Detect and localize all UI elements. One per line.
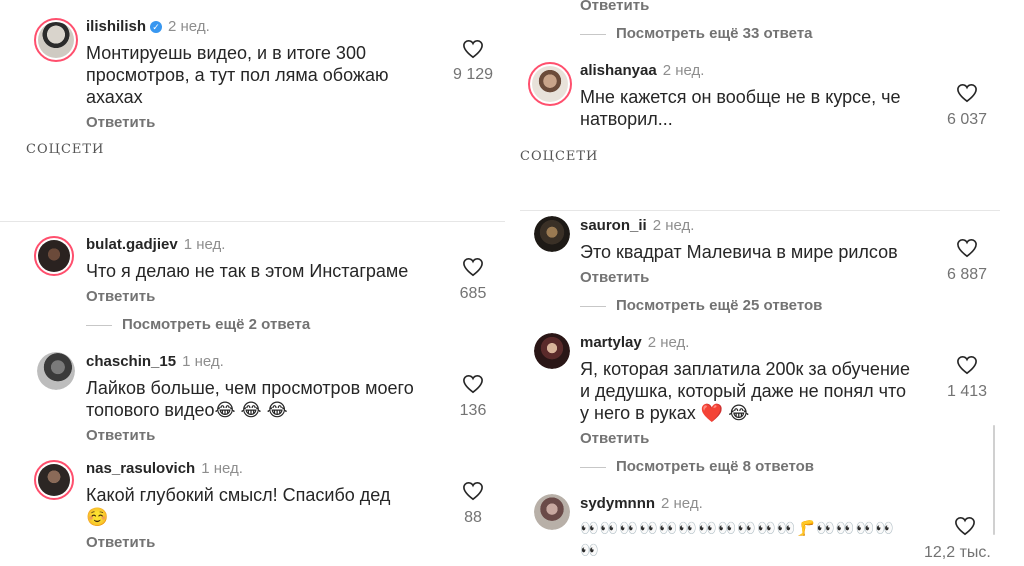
verified-badge-icon: ✓ bbox=[150, 21, 163, 33]
divider bbox=[520, 210, 1000, 211]
like-heart-icon[interactable] bbox=[462, 481, 484, 501]
comment-time: 2 нед. bbox=[647, 334, 690, 351]
comment-time: 2 нед. bbox=[662, 62, 705, 79]
like-heart-icon[interactable] bbox=[956, 238, 978, 258]
avatar[interactable] bbox=[34, 18, 78, 62]
comment-username[interactable]: chaschin_15 1 нед. bbox=[86, 353, 224, 370]
view-more-replies-button[interactable]: Посмотреть ещё 33 ответа bbox=[580, 25, 813, 42]
comment-text-line: Что я делаю не так в этом Инстаграме bbox=[86, 261, 409, 281]
reply-button[interactable]: Ответить bbox=[86, 534, 155, 551]
reply-button[interactable]: Ответить bbox=[580, 0, 649, 14]
comment-time: 1 нед. bbox=[182, 353, 224, 370]
comment-text-line: и дедушка, который даже не понял что bbox=[580, 381, 907, 401]
comment-text: Какой глубокий смысл! Спасибо дед ☺️ bbox=[86, 484, 390, 528]
comment-username[interactable]: bulat.gadjiev 1 нед. bbox=[86, 236, 225, 253]
comment-username[interactable]: ilishilish ✓ 2 нед. bbox=[86, 18, 210, 35]
divider bbox=[580, 466, 606, 468]
comment-text-line: топового видео😂 😂 😂 bbox=[86, 400, 288, 420]
divider bbox=[86, 324, 112, 326]
divider bbox=[580, 305, 606, 307]
avatar[interactable] bbox=[534, 333, 570, 369]
avatar[interactable] bbox=[534, 494, 570, 530]
comment-text-line: Это квадрат Малевича в мире рилсов bbox=[580, 242, 898, 262]
comment-text-line: Лайков больше, чем просмотров моего bbox=[86, 378, 414, 398]
comment-text: Это квадрат Малевича в мире рилсов bbox=[580, 241, 898, 263]
like-count: 136 bbox=[459, 402, 487, 419]
like-heart-icon[interactable] bbox=[462, 374, 484, 394]
comment-text-line: у него в руках ❤️ 😂 bbox=[580, 403, 750, 423]
comment-text-line: 👀 bbox=[580, 542, 600, 559]
comment-text-line: Мне кажется он вообще не в курсе, че bbox=[580, 87, 901, 107]
like-count: 6 037 bbox=[946, 111, 988, 128]
like-heart-icon[interactable] bbox=[462, 39, 484, 59]
comment-text: 👀👀👀👀👀👀👀👀👀👀👀🦵👀👀👀👀 👀 bbox=[580, 518, 895, 562]
avatar[interactable] bbox=[534, 216, 570, 252]
comment-text: Что я делаю не так в этом Инстаграме bbox=[86, 260, 408, 282]
avatar[interactable] bbox=[34, 236, 74, 276]
comment-text: Я, которая заплатила 200к за обучение и … bbox=[580, 358, 910, 424]
avatar[interactable] bbox=[528, 62, 572, 106]
source-label: СОЦСЕТИ bbox=[26, 142, 105, 157]
divider bbox=[0, 221, 505, 222]
comment-text-line: Я, которая заплатила 200к за обучение bbox=[580, 359, 910, 379]
like-heart-icon[interactable] bbox=[954, 516, 976, 536]
comment-text-line: Монтируешь видео, и в итоге 300 bbox=[86, 43, 366, 63]
divider bbox=[580, 33, 606, 35]
comment-time: 2 нед. bbox=[652, 217, 695, 234]
like-count: 685 bbox=[459, 285, 487, 302]
reply-button[interactable]: Ответить bbox=[580, 269, 649, 286]
like-count: 6 887 bbox=[946, 266, 988, 283]
reply-button[interactable]: Ответить bbox=[86, 114, 155, 131]
source-label: СОЦСЕТИ bbox=[520, 149, 599, 164]
reply-button[interactable]: Ответить bbox=[86, 288, 155, 305]
comment-username[interactable]: sydymnnn 2 нед. bbox=[580, 495, 703, 512]
comment-username[interactable]: martylay 2 нед. bbox=[580, 334, 689, 351]
comment-username[interactable]: nas_rasulovich 1 нед. bbox=[86, 460, 243, 477]
comment-text: Лайков больше, чем просмотров моего топо… bbox=[86, 377, 414, 421]
like-heart-icon[interactable] bbox=[462, 257, 484, 277]
like-heart-icon[interactable] bbox=[956, 83, 978, 103]
comment-text-line: натворил... bbox=[580, 109, 673, 129]
comment-text-line: Какой глубокий смысл! Спасибо дед bbox=[86, 485, 391, 505]
view-more-replies-button[interactable]: Посмотреть ещё 2 ответа bbox=[86, 316, 310, 333]
comment-text-line: ахахах bbox=[86, 87, 143, 107]
avatar[interactable] bbox=[34, 460, 74, 500]
comment-time: 2 нед. bbox=[661, 495, 703, 512]
reply-button[interactable]: Ответить bbox=[86, 427, 155, 444]
view-more-replies-button[interactable]: Посмотреть ещё 8 ответов bbox=[580, 458, 814, 475]
comment-username[interactable]: sauron_ii 2 нед. bbox=[580, 217, 694, 234]
like-heart-icon[interactable] bbox=[956, 355, 978, 375]
reply-button[interactable]: Ответить bbox=[580, 430, 649, 447]
comment-time: 1 нед. bbox=[201, 460, 243, 477]
like-count: 9 129 bbox=[452, 66, 494, 83]
like-count: 88 bbox=[464, 509, 482, 526]
scrollbar[interactable] bbox=[993, 425, 995, 535]
view-more-replies-button[interactable]: Посмотреть ещё 25 ответов bbox=[580, 297, 822, 314]
comment-text-line: просмотров, а тут пол ляма обожаю bbox=[86, 65, 389, 85]
comment-time: 1 нед. bbox=[183, 236, 226, 253]
avatar[interactable] bbox=[37, 352, 75, 390]
comment-username[interactable]: alishanyaa 2 нед. bbox=[580, 62, 704, 79]
comment-text: Монтируешь видео, и в итоге 300 просмотр… bbox=[86, 42, 388, 108]
like-count: 1 413 bbox=[946, 383, 988, 400]
comment-time: 2 нед. bbox=[168, 18, 210, 35]
like-count: 12,2 тыс. bbox=[924, 544, 991, 561]
comment-text-line: 👀👀👀👀👀👀👀👀👀👀👀🦵👀👀👀👀 bbox=[580, 520, 895, 537]
comment-text: Мне кажется он вообще не в курсе, че нат… bbox=[580, 86, 901, 130]
comment-text-line: ☺️ bbox=[86, 507, 109, 527]
